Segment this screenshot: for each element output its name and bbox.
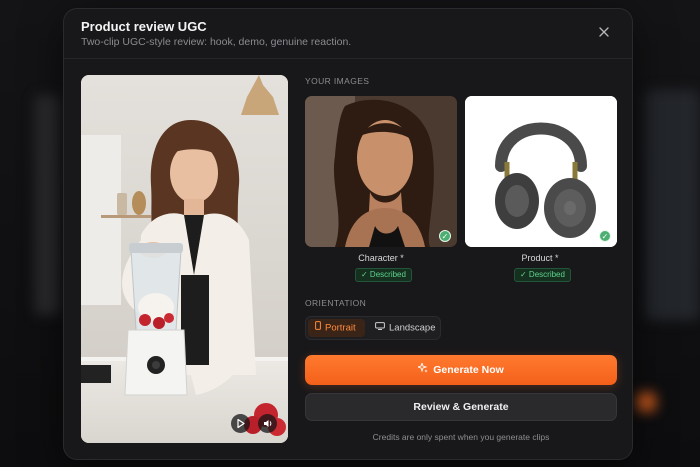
product-label: Product * <box>521 253 559 263</box>
modal-subtitle: Two-clip UGC-style review: hook, demo, g… <box>81 36 352 48</box>
product-check-icon: ✓ <box>599 230 611 242</box>
sparkle-icon <box>416 355 428 385</box>
portrait-label: Portrait <box>325 322 356 334</box>
character-label: Character * <box>358 253 404 263</box>
modal-header: Product review UGC Two-clip UGC-style re… <box>64 9 632 59</box>
portrait-icon <box>315 319 321 337</box>
modal-title: Product review UGC <box>81 19 207 34</box>
product-review-modal: Product review UGC Two-clip UGC-style re… <box>63 8 633 460</box>
background-thumbnail <box>645 90 700 320</box>
video-preview[interactable] <box>81 75 288 443</box>
close-icon[interactable] <box>596 25 612 41</box>
review-generate-button[interactable]: Review & Generate <box>305 393 617 421</box>
orientation-heading: ORIENTATION <box>305 298 367 308</box>
volume-icon[interactable] <box>258 414 277 433</box>
generate-now-label: Generate Now <box>433 364 504 376</box>
product-status-badge: ✓ Described <box>514 268 571 282</box>
your-images-heading: YOUR IMAGES <box>305 76 370 86</box>
character-status-badge: ✓ Described <box>355 268 412 282</box>
preview-image <box>81 75 288 443</box>
background-panel <box>35 95 60 315</box>
character-image-card[interactable]: ✓ <box>305 96 457 247</box>
landscape-option[interactable]: Landscape <box>368 319 440 337</box>
orientation-toggle: Portrait Landscape <box>305 316 441 340</box>
play-icon[interactable] <box>231 414 250 433</box>
character-image <box>305 96 457 247</box>
portrait-option[interactable]: Portrait <box>308 319 365 337</box>
product-image <box>465 96 617 247</box>
generate-now-button[interactable]: Generate Now <box>305 355 617 385</box>
product-image-card[interactable]: ✓ <box>465 96 617 247</box>
landscape-label: Landscape <box>389 322 436 334</box>
credits-footnote: Credits are only spent when you generate… <box>372 432 550 442</box>
background-button <box>636 392 656 412</box>
character-check-icon: ✓ <box>439 230 451 242</box>
landscape-icon <box>375 319 385 337</box>
